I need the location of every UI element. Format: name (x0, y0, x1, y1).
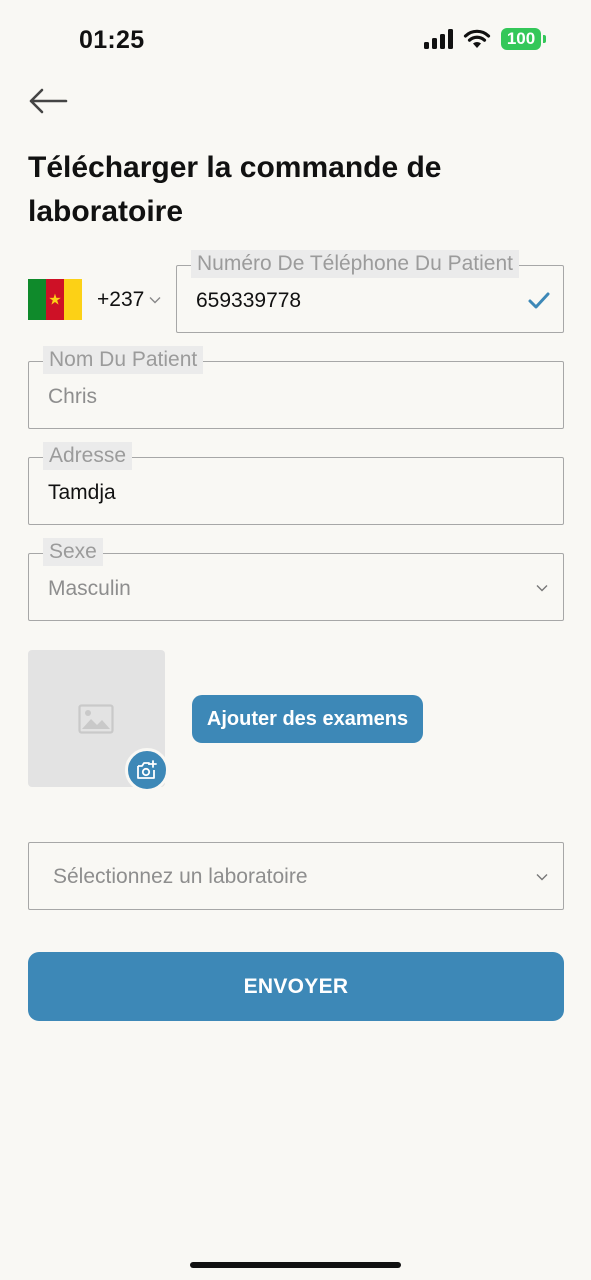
back-button[interactable] (28, 86, 68, 116)
sex-select[interactable]: Sexe Masculin (28, 538, 564, 621)
country-code-selector[interactable]: +237 (97, 288, 162, 312)
phone-field[interactable]: Numéro De Téléphone Du Patient 659339778 (176, 250, 564, 333)
status-indicators: 100 (424, 28, 546, 50)
wifi-icon (463, 29, 491, 48)
status-time: 01:25 (79, 26, 145, 54)
status-bar: 01:25 100 (0, 0, 591, 80)
home-indicator (190, 1262, 401, 1268)
camera-add-icon (137, 760, 157, 779)
phone-input[interactable]: 659339778 (196, 287, 301, 315)
patient-name-label: Nom Du Patient (43, 346, 204, 374)
battery-indicator: 100 (501, 28, 546, 50)
add-photo-button[interactable] (125, 748, 169, 792)
signal-bars-icon (424, 29, 453, 49)
phone-field-label: Numéro De Téléphone Du Patient (191, 250, 519, 278)
sex-label: Sexe (43, 538, 103, 566)
chevron-down-icon (149, 297, 161, 304)
checkmark-icon (528, 292, 550, 309)
cameroon-flag-icon[interactable]: ★ (28, 279, 82, 320)
laboratory-select-placeholder: Sélectionnez un laboratoire (53, 865, 308, 888)
address-field[interactable]: Adresse Tamdja (28, 442, 564, 525)
patient-name-field[interactable]: Nom Du Patient Chris (28, 346, 564, 429)
address-input[interactable]: Tamdja (48, 479, 116, 507)
patient-name-input[interactable]: Chris (48, 383, 97, 411)
dial-code: +237 (97, 288, 145, 311)
add-exams-button[interactable]: Ajouter des examens (192, 695, 423, 743)
submit-button[interactable]: ENVOYER (28, 952, 564, 1021)
chevron-down-icon (536, 874, 548, 881)
page-title: Télécharger la commande de laboratoire (28, 151, 442, 228)
sex-value: Masculin (48, 577, 131, 600)
chevron-down-icon (536, 585, 548, 592)
arrow-left-icon (29, 88, 68, 114)
laboratory-select[interactable]: Sélectionnez un laboratoire (28, 842, 564, 910)
image-placeholder-icon (78, 704, 114, 734)
address-label: Adresse (43, 442, 133, 470)
